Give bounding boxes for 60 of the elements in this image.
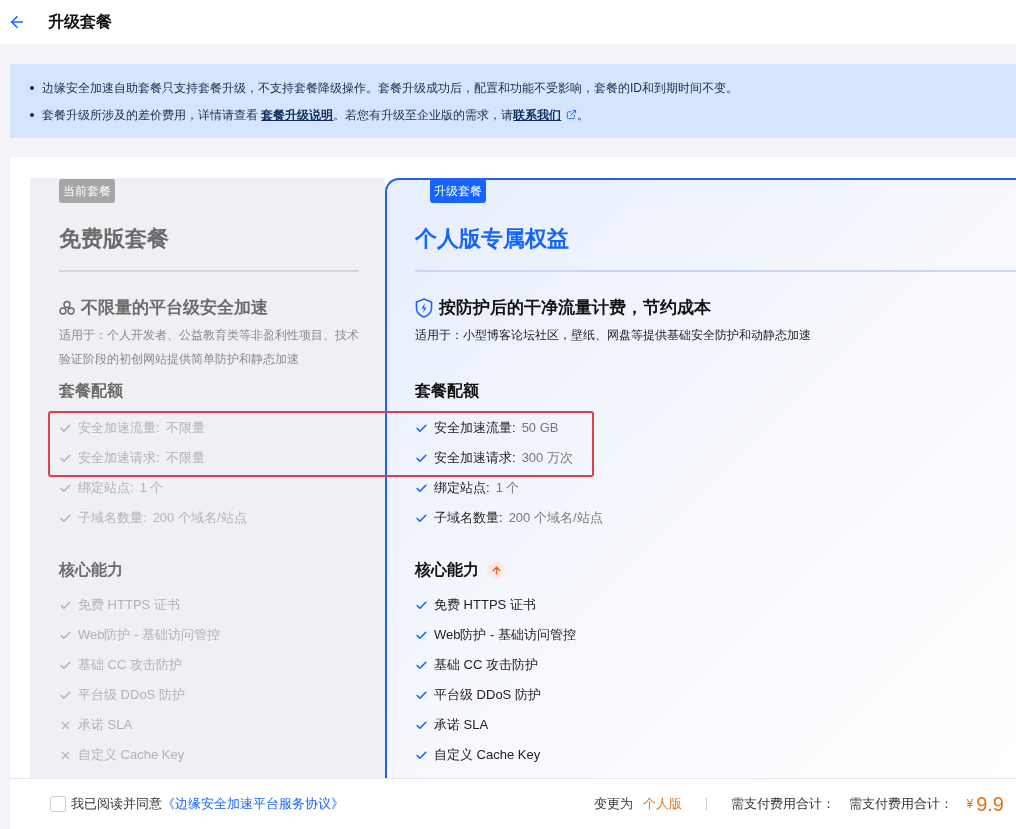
shield-bolt-icon	[415, 298, 433, 318]
capability-text: 免费 HTTPS 证书	[78, 596, 180, 615]
change-label: 变更为	[593, 795, 633, 814]
quota-value: 1 个	[495, 479, 520, 498]
quota-value: 不限量	[165, 449, 205, 468]
section-heading: 套餐配额	[415, 381, 479, 401]
quota-value: 50 GB	[521, 419, 559, 438]
page-title: 升级套餐	[48, 12, 112, 32]
external-link-icon	[566, 109, 578, 120]
notice-text: 套餐升级所涉及的差价费用，详情请查看 套餐升级说明。若您有升级至企业版的需求，请联系我们 。	[42, 105, 590, 124]
feature-heading: 按防护后的干净流量计费，节约成本	[439, 297, 711, 319]
quota-label: 安全加速流量:	[434, 419, 516, 438]
plan-tag: 升级套餐	[430, 179, 486, 203]
contact-link[interactable]: 联系我们	[513, 105, 578, 124]
quota-label: 绑定站点:	[434, 479, 490, 498]
agreement-checkbox[interactable]	[50, 796, 66, 812]
new-plan-name: 个人版	[642, 795, 682, 814]
plan-tag: 当前套餐	[59, 179, 115, 203]
bullet-icon	[30, 85, 34, 90]
capability-text: 免费 HTTPS 证书	[434, 596, 536, 615]
cost-label: 需支付费用合计：	[848, 795, 953, 814]
cost-label: 需支付费用合计：	[730, 795, 835, 814]
quota-label: 子域名数量:	[434, 509, 503, 528]
plan-description: 适用于：个人开发者、公益教育类等非盈利性项目、技术验证阶段的初创网站提供简单防护和静态加速	[59, 327, 359, 368]
quota-value: 1 个	[139, 479, 164, 498]
capability-text: Web防护 - 基础访问管控	[78, 626, 221, 645]
quota-value: 不限量	[165, 419, 205, 438]
quota-value: 200 个域名/站点	[152, 509, 247, 528]
upgrade-info-link[interactable]: 套餐升级说明	[261, 107, 334, 122]
quota-value: 300 万次	[521, 449, 573, 468]
section-heading: 套餐配额	[59, 381, 123, 401]
agreement-text: 我已阅读并同意	[71, 795, 162, 814]
back-icon[interactable]	[8, 13, 26, 31]
capability-text: 基础 CC 攻击防护	[434, 656, 538, 675]
capability-text: 自定义 Cache Key	[78, 746, 185, 765]
capability-text: Web防护 - 基础访问管控	[434, 626, 577, 645]
plan-description: 适用于：小型博客论坛社区，壁纸、网盘等提供基础安全防护和动静态加速	[415, 327, 812, 344]
currency-sign: ¥	[966, 796, 974, 813]
capability-text: 承诺 SLA	[78, 716, 133, 735]
quota-label: 安全加速请求:	[434, 449, 516, 468]
bullet-icon	[30, 112, 34, 117]
capability-text: 平台级 DDoS 防护	[78, 686, 185, 705]
capability-text: 平台级 DDoS 防护	[434, 686, 541, 705]
plan-title: 免费版套餐	[59, 226, 169, 251]
quota-label: 子域名数量:	[78, 509, 147, 528]
capability-text: 自定义 Cache Key	[434, 746, 541, 765]
capability-text: 基础 CC 攻击防护	[78, 656, 182, 675]
quota-label: 安全加速请求:	[78, 449, 160, 468]
price-amount: 9.9	[976, 792, 1004, 817]
quota-label: 安全加速流量:	[78, 419, 160, 438]
capability-text: 承诺 SLA	[434, 716, 489, 735]
plan-title: 个人版专属权益	[415, 226, 569, 251]
section-heading: 核心能力	[415, 560, 479, 580]
quota-label: 绑定站点:	[78, 479, 134, 498]
section-heading: 核心能力	[59, 560, 123, 580]
notice-text: 边缘安全加速自助套餐只支持套餐升级，不支持套餐降级操作。套餐升级成功后，配置和功能不受影响，套餐的ID和到期时间不变。	[42, 79, 738, 97]
feature-heading: 不限量的平台级安全加速	[81, 297, 268, 319]
circles-icon	[59, 300, 75, 316]
agreement-link[interactable]: 《边缘安全加速平台服务协议》	[162, 794, 344, 814]
quota-value: 200 个域名/站点	[508, 509, 603, 528]
